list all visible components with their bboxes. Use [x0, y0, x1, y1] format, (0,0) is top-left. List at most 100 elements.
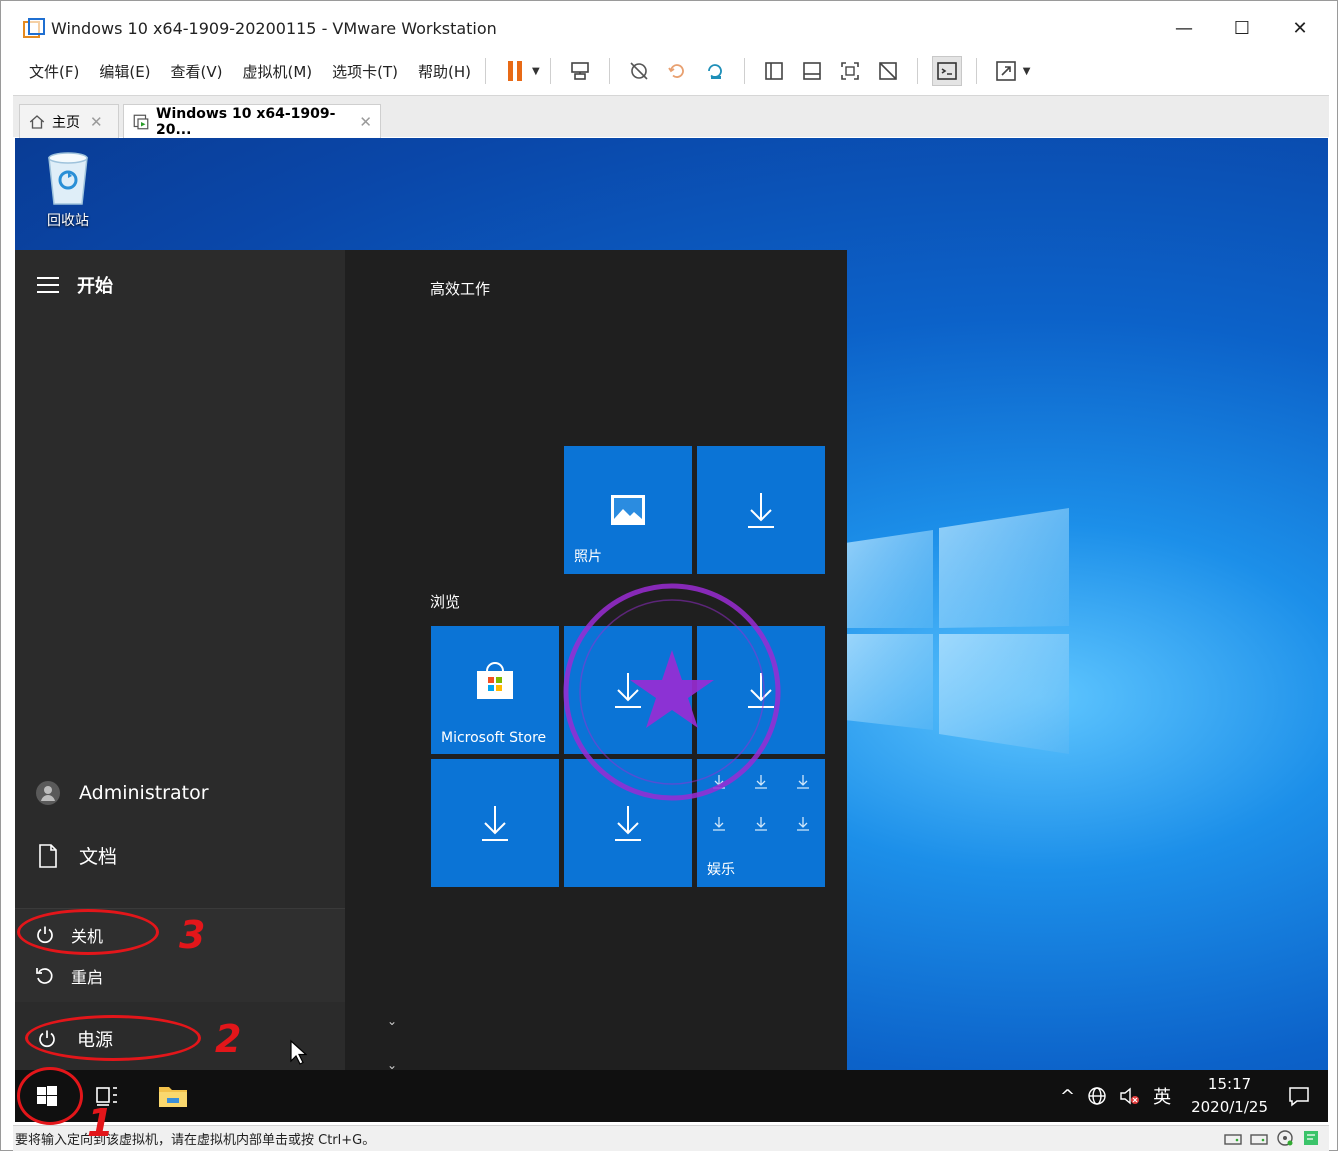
action-center-icon[interactable] — [1288, 1085, 1310, 1107]
guest-desktop[interactable]: 回收站 开始 Administrator 文档 关机 重启 电源 ⌄ ⌄ 高效工… — [15, 138, 1328, 1070]
tile-download-placeholder[interactable] — [431, 759, 559, 887]
restart-label: 重启 — [71, 968, 104, 987]
stretch-icon — [995, 61, 1016, 81]
revert-snapshot-icon — [667, 64, 684, 78]
system-tray: ^ 英 15:17 2020/1/25 — [1054, 1070, 1328, 1122]
menu-view[interactable]: 查看(V) — [171, 61, 223, 82]
window-title: Windows 10 x64-1909-20200115 - VMware Wo… — [51, 18, 497, 38]
show-library-button[interactable] — [759, 56, 789, 86]
chevron-down-icon[interactable]: ⌄ — [387, 1014, 397, 1028]
tile-download-placeholder[interactable] — [564, 626, 692, 754]
sidebar-item-documents-label: 文档 — [79, 846, 118, 868]
document-icon — [35, 843, 61, 869]
snapshot-disabled-button[interactable] — [624, 56, 654, 86]
tab-home-label: 主页 — [52, 114, 80, 131]
minimize-button[interactable]: — — [1155, 9, 1213, 47]
tile-download-placeholder[interactable] — [697, 626, 825, 754]
volume-muted-icon[interactable] — [1119, 1086, 1141, 1106]
toolbar-separator — [608, 58, 610, 84]
status-text: 要将输入定向到该虚拟机，请在虚拟机内部单击或按 Ctrl+G。 — [15, 1133, 376, 1148]
maximize-button[interactable]: ☐ — [1213, 9, 1271, 47]
menu-file[interactable]: 文件(F) — [29, 61, 79, 82]
stretch-dropdown-caret[interactable]: ▼ — [1023, 66, 1031, 77]
group-label-explore[interactable]: 浏览 — [430, 591, 460, 612]
menu-edit[interactable]: 编辑(E) — [99, 61, 150, 82]
toolbar-separator — [975, 58, 977, 84]
restart-icon — [35, 966, 57, 986]
console-view-button[interactable] — [931, 56, 962, 86]
pause-dropdown-caret[interactable]: ▼ — [532, 66, 540, 77]
snapshot-manager-button[interactable] — [700, 56, 730, 86]
start-menu-header[interactable]: 开始 — [37, 272, 113, 298]
ime-indicator[interactable]: 英 — [1153, 1083, 1171, 1109]
tab-vm[interactable]: Windows 10 x64-1909-20... ✕ — [123, 104, 381, 138]
hamburger-icon — [37, 277, 59, 293]
annotation-number-3: 3 — [179, 913, 206, 957]
annotation-ellipse-shutdown — [17, 909, 159, 955]
tile-microsoft-store[interactable]: Microsoft Store — [431, 626, 559, 754]
menu-tabs[interactable]: 选项卡(T) — [332, 61, 398, 82]
stretch-guest-button[interactable] — [991, 56, 1021, 86]
library-icon — [764, 62, 783, 80]
pause-button[interactable] — [500, 56, 530, 86]
snapshot-off-icon — [630, 62, 648, 80]
annotation-number-2: 2 — [215, 1017, 242, 1061]
mouse-cursor-icon — [290, 1039, 307, 1065]
clock-time: 15:17 — [1207, 1075, 1252, 1093]
sidebar-item-user[interactable]: Administrator — [35, 780, 209, 806]
vm-icon — [132, 113, 150, 131]
tab-home[interactable]: 主页 ✕ — [19, 104, 119, 138]
toolbar-separator — [485, 58, 487, 84]
chevron-down-icon[interactable]: ⌄ — [387, 1058, 397, 1070]
annotation-ellipse-power — [25, 1015, 201, 1061]
download-icon — [431, 759, 559, 887]
restart-option[interactable]: 重启 — [35, 964, 103, 988]
fullscreen-icon — [840, 62, 859, 80]
tile-download-placeholder[interactable] — [697, 446, 825, 574]
group-label-productivity[interactable]: 高效工作 — [430, 278, 490, 299]
tile-photos-label: 照片 — [574, 549, 602, 565]
menu-help[interactable]: 帮助(H) — [418, 61, 471, 82]
full-screen-button[interactable] — [835, 56, 865, 86]
tab-bar: 主页 ✕ Windows 10 x64-1909-20... ✕ — [13, 95, 1329, 138]
tab-vm-close-icon[interactable]: ✕ — [359, 113, 372, 131]
show-thumbnail-button[interactable] — [797, 56, 827, 86]
menu-vm[interactable]: 虚拟机(M) — [243, 61, 313, 82]
hard-disk-icon[interactable] — [1249, 1129, 1269, 1147]
title-bar: Windows 10 x64-1909-20200115 - VMware Wo… — [13, 9, 1329, 47]
unity-icon — [878, 62, 897, 80]
clock[interactable]: 15:17 2020/1/25 — [1191, 1073, 1268, 1119]
sidebar-item-user-label: Administrator — [79, 782, 209, 804]
windows-wallpaper-logo — [845, 508, 1069, 754]
tile-download-placeholder[interactable] — [564, 759, 692, 887]
file-explorer-button[interactable] — [153, 1070, 193, 1122]
tile-photos[interactable]: 照片 — [564, 446, 692, 574]
recycle-bin-label: 回收站 — [47, 213, 89, 229]
cd-rom-icon[interactable] — [1275, 1129, 1295, 1147]
unity-button[interactable] — [873, 56, 903, 86]
sidebar-item-documents[interactable]: 文档 — [35, 842, 117, 869]
close-button[interactable]: ✕ — [1271, 9, 1329, 47]
revert-snapshot-button[interactable] — [662, 56, 692, 86]
toolbar-separator — [916, 58, 918, 84]
download-icon — [697, 446, 825, 574]
user-avatar-icon — [35, 780, 61, 806]
device-status-icons — [1223, 1129, 1321, 1147]
send-ctrl-alt-del-button[interactable] — [565, 56, 595, 86]
start-menu-title: 开始 — [77, 276, 113, 297]
clock-date: 2020/1/25 — [1191, 1098, 1268, 1116]
download-icon — [564, 759, 692, 887]
send-keys-icon — [570, 62, 589, 80]
vmware-app-icon — [23, 18, 45, 38]
chevron-up-icon[interactable]: ^ — [1060, 1086, 1075, 1107]
network-icon[interactable] — [1087, 1086, 1107, 1106]
tile-entertainment-folder[interactable]: 娱乐 — [697, 759, 825, 887]
recycle-bin[interactable]: 回收站 — [35, 150, 101, 230]
pause-icon — [508, 61, 523, 81]
message-log-icon[interactable] — [1301, 1129, 1321, 1147]
hard-disk-icon[interactable] — [1223, 1129, 1243, 1147]
tab-home-close-icon[interactable]: ✕ — [90, 113, 103, 131]
folder-icon — [159, 1087, 187, 1107]
status-bar: 要将输入定向到该虚拟机，请在虚拟机内部单击或按 Ctrl+G。 — [13, 1125, 1329, 1151]
snapshot-manager-icon — [707, 64, 722, 79]
